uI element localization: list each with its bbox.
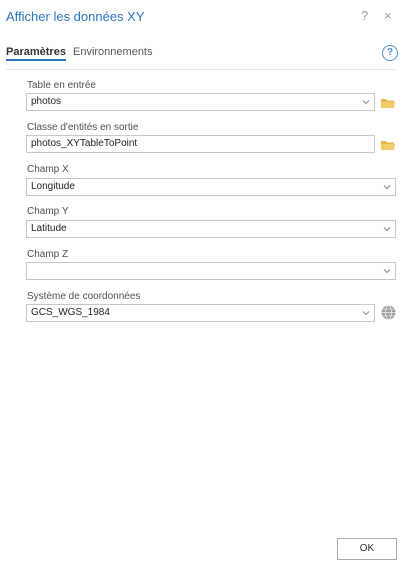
coord-system-dropdown[interactable]: GCS_WGS_1984 bbox=[26, 304, 375, 322]
divider bbox=[6, 69, 396, 70]
folder-icon[interactable] bbox=[381, 138, 395, 150]
field-x-value: Longitude bbox=[31, 181, 75, 192]
coord-system-label: Système de coordonnées bbox=[27, 291, 141, 302]
field-x-label: Champ X bbox=[27, 164, 69, 175]
field-y-dropdown[interactable]: Latitude bbox=[26, 220, 396, 238]
tab-parameters[interactable]: Paramètres bbox=[6, 46, 66, 61]
field-y-value: Latitude bbox=[31, 223, 67, 234]
output-class-input[interactable]: photos_XYTableToPoint bbox=[26, 135, 375, 153]
chevron-down-icon bbox=[383, 225, 391, 233]
chevron-down-icon bbox=[362, 98, 370, 106]
chevron-down-icon bbox=[383, 183, 391, 191]
input-table-label: Table en entrée bbox=[27, 80, 96, 91]
input-table-dropdown[interactable]: photos bbox=[26, 93, 375, 111]
globe-icon[interactable] bbox=[381, 305, 396, 320]
output-class-label: Classe d'entités en sortie bbox=[27, 122, 139, 133]
field-z-dropdown[interactable] bbox=[26, 262, 396, 280]
pane-title: Afficher les données XY bbox=[6, 9, 145, 24]
chevron-down-icon bbox=[362, 309, 370, 317]
coord-system-value: GCS_WGS_1984 bbox=[31, 307, 110, 318]
output-class-value: photos_XYTableToPoint bbox=[31, 138, 138, 149]
geoprocessing-pane: Afficher les données XY ? × Paramètres E… bbox=[0, 0, 402, 564]
field-x-dropdown[interactable]: Longitude bbox=[26, 178, 396, 196]
help-icon[interactable]: ? bbox=[382, 45, 398, 61]
folder-icon[interactable] bbox=[381, 96, 395, 108]
field-z-label: Champ Z bbox=[27, 249, 69, 260]
ok-button[interactable]: OK bbox=[337, 538, 397, 560]
chevron-down-icon bbox=[383, 267, 391, 275]
field-y-label: Champ Y bbox=[27, 206, 69, 217]
tab-environments[interactable]: Environnements bbox=[73, 46, 153, 58]
tab-bar: Paramètres Environnements bbox=[6, 46, 157, 61]
close-button[interactable]: × bbox=[384, 8, 392, 23]
input-table-value: photos bbox=[31, 96, 62, 107]
title-help-button[interactable]: ? bbox=[361, 8, 368, 23]
